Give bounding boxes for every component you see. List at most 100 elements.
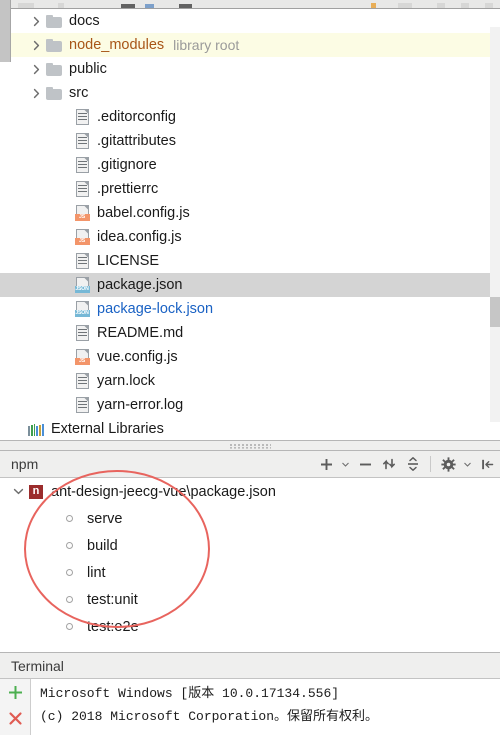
terminal-output-pane[interactable]: Microsoft Windows [版本 10.0.17134.556] (c)… (0, 679, 500, 735)
npm-script-row[interactable]: lint (0, 559, 500, 586)
npm-root-node[interactable]: n ant-design-jeecg-vue\package.json (0, 478, 500, 505)
tree-row-label: External Libraries (51, 421, 164, 437)
project-tree-pane[interactable]: docs node_modules library root public src .ed… (0, 9, 500, 440)
js-file-icon: JS (74, 229, 90, 245)
tree-row[interactable]: node_modules library root (0, 33, 500, 57)
tree-row-label: README.md (97, 325, 184, 341)
js-file-icon: JS (74, 349, 90, 365)
folder-icon (46, 86, 62, 100)
tree-row[interactable]: JS vue.config.js (0, 345, 500, 369)
tree-row[interactable]: .gitattributes (0, 129, 500, 153)
close-session-button[interactable] (3, 707, 27, 729)
chevron-right-icon[interactable] (28, 9, 44, 33)
tree-vertical-scrollbar[interactable] (490, 27, 500, 422)
toolbar-ghost-icon (179, 4, 192, 8)
tree-row-label: yarn.lock (97, 373, 156, 389)
terminal-line: Microsoft Windows [版本 10.0.17134.556] (40, 686, 340, 701)
tree-row[interactable]: yarn-error.log (0, 393, 500, 417)
tree-row[interactable]: src (0, 81, 500, 105)
npm-script-row[interactable]: test:e2e (0, 613, 500, 640)
npm-script-row[interactable]: serve (0, 505, 500, 532)
file-icon (75, 325, 89, 341)
file-icon (75, 181, 89, 197)
tree-row[interactable]: .prettierrc (0, 177, 500, 201)
chevron-down-icon[interactable] (10, 480, 26, 504)
npm-root-label: ant-design-jeecg-vue\package.json (51, 483, 276, 500)
terminal-tool-window-header: Terminal (0, 653, 500, 679)
chevron-right-icon[interactable] (28, 81, 44, 105)
tree-row[interactable]: README.md (0, 321, 500, 345)
panel-splitter[interactable] (0, 440, 500, 451)
new-session-button[interactable] (3, 681, 27, 703)
tree-row-label: .editorconfig (97, 109, 176, 125)
hide-panel-button[interactable] (476, 453, 498, 475)
tree-row[interactable]: .editorconfig (0, 105, 500, 129)
npm-toolbar[interactable] (315, 453, 500, 475)
npm-script-label: lint (87, 564, 106, 581)
npm-script-row[interactable]: test:unit (0, 586, 500, 613)
tree-row[interactable]: .gitignore (0, 153, 500, 177)
tree-row[interactable]: JSON package-lock.json (0, 297, 500, 321)
toolbar-ghost-icon (398, 3, 412, 8)
npm-script-label: build (87, 537, 118, 554)
tree-row[interactable]: JSON package.json (0, 273, 500, 297)
npm-icon: n (26, 480, 46, 504)
splitter-grip-icon[interactable] (229, 443, 271, 448)
npm-tool-window-header: npm (0, 451, 500, 478)
tree-row[interactable]: yarn.lock (0, 369, 500, 393)
tree-row-label: .prettierrc (97, 181, 159, 197)
settings-dropdown-icon[interactable] (461, 453, 474, 475)
folder-icon (46, 14, 62, 28)
toolbar-ghost-icon (371, 3, 376, 8)
terminal-panel-title: Terminal (11, 657, 64, 674)
ide-window: docs node_modules library root public src .ed… (0, 0, 500, 735)
terminal-line: (c) 2018 Microsoft Corporation。保留所有权利。 (40, 709, 379, 724)
file-icon (75, 253, 89, 269)
project-tree-list[interactable]: docs node_modules library root public src .ed… (0, 9, 500, 440)
rerun-button[interactable] (378, 453, 400, 475)
tree-row-label: babel.config.js (97, 205, 190, 221)
left-edge-scroll-gutter[interactable] (0, 0, 10, 62)
npm-script-row[interactable]: build (0, 532, 500, 559)
add-script-button[interactable] (315, 453, 337, 475)
npm-script-list[interactable]: serve build lint test:unit test:e2e (0, 505, 500, 640)
file-icon (75, 133, 89, 149)
tree-row-label: docs (69, 13, 100, 29)
toolbar-strip-cropped (0, 0, 500, 9)
tree-row[interactable]: docs (0, 9, 500, 33)
tree-row-label: node_modules (69, 37, 165, 53)
add-script-dropdown-icon[interactable] (339, 453, 352, 475)
left-gutter-divider (10, 0, 11, 62)
tree-row[interactable]: External Libraries (0, 417, 500, 440)
toolbar-ghost-icon (485, 3, 493, 8)
chevron-right-icon[interactable] (28, 57, 44, 81)
collapse-all-button[interactable] (402, 453, 424, 475)
file-icon (75, 157, 89, 173)
toolbar-ghost-icon (461, 3, 469, 8)
npm-script-tree[interactable]: n ant-design-jeecg-vue\package.json serv… (0, 478, 500, 652)
tree-row[interactable]: JS babel.config.js (0, 201, 500, 225)
toolbar-ghost-icon (18, 3, 34, 8)
settings-button[interactable] (437, 453, 459, 475)
chevron-right-icon[interactable] (28, 33, 44, 57)
remove-script-button[interactable] (354, 453, 376, 475)
script-bullet-icon (66, 596, 73, 603)
tree-row[interactable]: LICENSE (0, 249, 500, 273)
npm-panel-title: npm (11, 456, 39, 472)
tree-scrollbar-thumb[interactable] (490, 297, 500, 327)
folder-icon (46, 62, 62, 76)
script-bullet-icon (66, 542, 73, 549)
terminal-side-toolbar[interactable] (0, 679, 31, 735)
tree-row[interactable]: public (0, 57, 500, 81)
tree-row[interactable]: JS idea.config.js (0, 225, 500, 249)
tree-row-label: LICENSE (97, 253, 160, 269)
